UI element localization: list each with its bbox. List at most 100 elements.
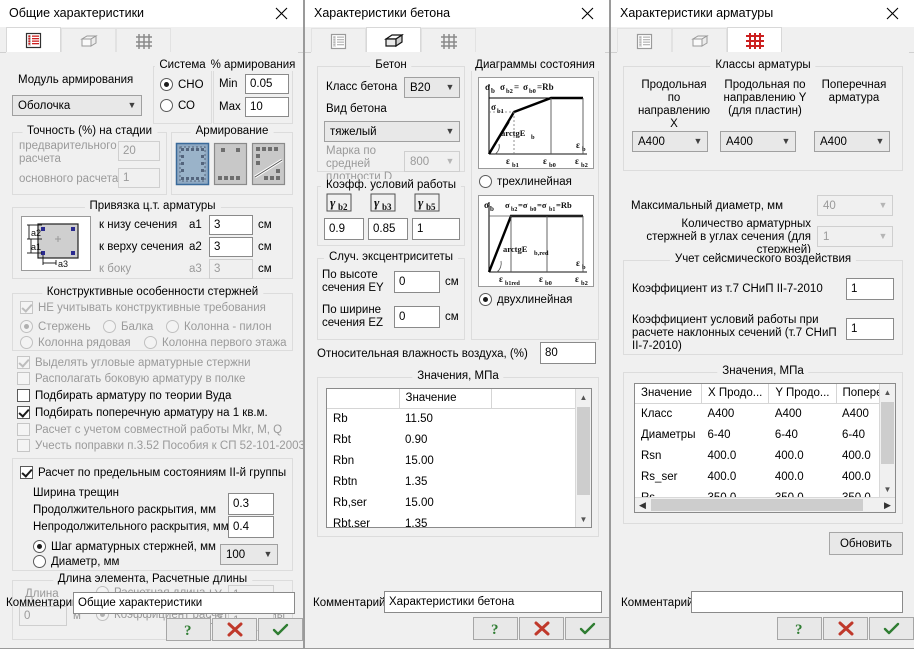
check-joint-work[interactable]: Расчет с учетом совместной работы Mkr, M… (17, 423, 282, 436)
table-row[interactable]: Класс A400 A400 A400 (635, 403, 895, 424)
binding-a3-input[interactable]: 3 (209, 259, 253, 279)
radio-bar-type-beam[interactable]: Балка (103, 320, 153, 333)
tab-general[interactable] (617, 28, 672, 53)
ecc-ey-input[interactable]: 0 (394, 271, 440, 293)
gamma-b2-input[interactable]: 0.9 (324, 218, 364, 240)
binding-a1-input[interactable]: 3 (209, 215, 253, 235)
scroll-left-icon[interactable]: ◀ (635, 498, 650, 512)
radio-bar-step[interactable]: Шаг арматурных стержней, мм (33, 540, 216, 553)
tab-concrete[interactable] (61, 28, 116, 53)
radio-bar-type-pylon[interactable]: Колонна - пилон (166, 320, 272, 333)
gamma-b3-input[interactable]: 0.85 (368, 218, 408, 240)
comment-input-rebar[interactable] (691, 591, 903, 613)
check-highlight-corner-bars[interactable]: Выделять угловые арматурные стержни (17, 356, 251, 369)
cancel-button-general[interactable] (212, 618, 257, 641)
scheme-perimeter-icon[interactable] (175, 142, 210, 188)
help-button-concrete[interactable]: ? (473, 617, 518, 640)
scroll-thumb[interactable] (881, 402, 894, 464)
scheme-top-bottom-icon[interactable] (213, 142, 248, 188)
crack-long-input[interactable]: 0.3 (228, 493, 274, 515)
scroll-thumb-h[interactable] (651, 499, 863, 511)
radio-bar-type-rod[interactable]: Стержень (20, 320, 91, 333)
tab-general[interactable] (6, 27, 61, 53)
close-icon[interactable] (870, 0, 914, 26)
rebar-table-hscrollbar[interactable]: ◀ ▶ (635, 497, 895, 512)
scroll-down-icon[interactable]: ▼ (576, 511, 591, 527)
seismic-coef-input[interactable]: 1 (846, 278, 894, 300)
table-row[interactable]: Rb 11.50 (327, 408, 591, 429)
radio-bar-type-column-row[interactable]: Колонна рядовая (20, 336, 131, 349)
svg-text:σ: σ (523, 82, 528, 92)
refresh-button[interactable]: Обновить (829, 532, 903, 555)
seismic-incl-input[interactable]: 1 (846, 318, 894, 340)
length-input[interactable]: 0 (19, 606, 67, 626)
tab-concrete[interactable] (366, 27, 421, 53)
check-wood-theory[interactable]: Подбирать арматуру по теории Вуда (17, 389, 231, 402)
table-row[interactable]: Rbt 0.90 (327, 429, 591, 450)
cancel-button-rebar[interactable] (823, 617, 868, 640)
scroll-up-icon[interactable]: ▲ (576, 389, 591, 405)
corner-count-combo[interactable]: 1 ▼ (817, 226, 893, 247)
percent-min-input[interactable]: 0.05 (245, 74, 289, 94)
accuracy-main-input[interactable]: 1 (118, 168, 160, 188)
rebar-values-table[interactable]: Значение X Продо... Y Продо... Попере...… (634, 383, 896, 513)
concrete-kind-combo[interactable]: тяжелый ▼ (324, 121, 460, 142)
crack-short-input[interactable]: 0.4 (228, 516, 274, 538)
comment-input-general[interactable]: Общие характеристики (73, 592, 295, 614)
scroll-up-icon[interactable]: ▲ (880, 384, 895, 400)
table-row[interactable]: Rs_ser 400.0 400.0 400.0 (635, 466, 895, 487)
tab-rebar[interactable] (116, 28, 171, 53)
cancel-button-concrete[interactable] (519, 617, 564, 640)
tab-rebar[interactable] (727, 27, 782, 53)
humidity-input[interactable]: 80 (540, 342, 596, 364)
check-ignore-structural[interactable]: НЕ учитывать конструктивные требования (20, 301, 266, 314)
help-button-rebar[interactable]: ? (777, 617, 822, 640)
check-transverse-per-sqm[interactable]: Подбирать поперечную арматуру на 1 кв.м. (17, 406, 268, 419)
accuracy-pre-input[interactable]: 20 (118, 141, 160, 161)
rebar-class-transverse-combo[interactable]: A400 ▼ (814, 131, 890, 152)
tab-rebar[interactable] (421, 28, 476, 53)
concrete-density-combo[interactable]: 800 ▼ (404, 151, 460, 172)
scroll-down-icon[interactable]: ▼ (880, 481, 895, 497)
rebar-table-vscrollbar[interactable]: ▲ ▼ (879, 384, 895, 497)
scroll-right-icon[interactable]: ▶ (880, 498, 895, 512)
ok-button-general[interactable] (258, 618, 303, 641)
close-icon[interactable] (565, 0, 609, 26)
check-corrections-352[interactable]: Учесть поправки п.3.52 Пособия к СП 52-1… (17, 439, 303, 452)
gamma-b5-input[interactable]: 1 (412, 218, 460, 240)
table-row[interactable]: Rsn 400.0 400.0 400.0 (635, 445, 895, 466)
max-diameter-combo[interactable]: 40 ▼ (817, 195, 893, 216)
radio-bar-type-column-first[interactable]: Колонна первого этажа (144, 336, 287, 349)
comment-input-concrete[interactable]: Характеристики бетона (384, 591, 602, 613)
scheme-diagonal-icon[interactable] (251, 142, 286, 188)
table-row[interactable]: Rbt,ser 1.35 (327, 513, 591, 528)
scroll-thumb[interactable] (577, 407, 590, 495)
check-side-rebar-in-flange[interactable]: Располагать боковую арматуру в полке (17, 372, 245, 385)
concrete-values-table[interactable]: Значение Rb 11.50 Rbt 0.90 Rbn 15.00 Rbtn 1.… (326, 388, 592, 528)
radio-diameter[interactable]: Диаметр, мм (33, 555, 119, 568)
percent-max-input[interactable]: 10 (245, 97, 289, 117)
tab-concrete[interactable] (672, 28, 727, 53)
radio-system-so[interactable]: СО (160, 99, 195, 112)
concrete-class-combo[interactable]: B20 ▼ (404, 77, 460, 98)
binding-a2-input[interactable]: 3 (209, 237, 253, 257)
ok-button-concrete[interactable] (565, 617, 609, 640)
table-row[interactable]: Rbtn 1.35 (327, 471, 591, 492)
rebar-class-x-combo[interactable]: A400 ▼ (632, 131, 708, 152)
help-button-general[interactable]: ? (166, 618, 211, 641)
step-combo[interactable]: 100 ▼ (220, 544, 278, 565)
tab-general[interactable] (311, 28, 366, 53)
rebar-class-y-combo[interactable]: A400 ▼ (720, 131, 796, 152)
radio-trilinear[interactable]: трехлинейная (479, 175, 572, 188)
table-row[interactable]: Диаметры 6-40 6-40 6-40 (635, 424, 895, 445)
ok-button-rebar[interactable] (869, 617, 914, 640)
close-icon[interactable] (259, 0, 303, 26)
concrete-table-vscrollbar[interactable]: ▲ ▼ (575, 389, 591, 527)
radio-bilinear[interactable]: двухлинейная (479, 293, 572, 306)
table-row[interactable]: Rb,ser 15.00 (327, 492, 591, 513)
table-row[interactable]: Rbn 15.00 (327, 450, 591, 471)
module-combo[interactable]: Оболочка ▼ (12, 95, 142, 116)
radio-system-sno[interactable]: СНО (160, 78, 204, 91)
ecc-ez-input[interactable]: 0 (394, 306, 440, 328)
check-limit-state-2[interactable]: Расчет по предельным состояниям II-й гру… (20, 466, 286, 479)
